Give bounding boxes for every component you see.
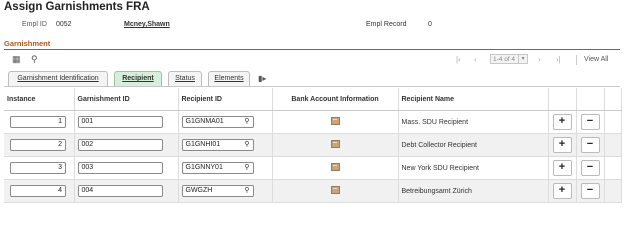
delete-row-button[interactable]: − — [580, 160, 600, 176]
instance-input[interactable]: 2 — [10, 139, 66, 151]
recipient-grid: Instance Garnishment ID Recipient ID Ban… — [4, 88, 622, 203]
empl-id-label-text: Empl ID — [22, 21, 47, 28]
recipient-id-value: G1GNNY01 — [185, 164, 223, 171]
section-divider — [4, 49, 620, 50]
add-row-button[interactable]: + — [552, 137, 572, 153]
instance-input[interactable]: 3 — [10, 162, 66, 174]
tab-label: Recipient — [122, 75, 154, 82]
chevron-down-icon: ▾ — [518, 55, 527, 63]
recipient-id-value: G1GNHI01 — [185, 141, 221, 148]
lookup-icon[interactable]: ⚲ — [244, 140, 249, 150]
previous-icon[interactable]: ‹ — [474, 55, 477, 64]
delete-row-button[interactable]: − — [580, 137, 600, 153]
tabs-divider — [4, 86, 620, 87]
recipient-name: New York SDU Recipient — [398, 156, 549, 180]
row-range-text: 1-4 of 4 — [493, 56, 516, 63]
column-header-add — [548, 88, 577, 111]
recipient-id-value: G1GNMA01 — [185, 118, 224, 125]
garnishment-id-input[interactable]: 002 — [77, 139, 163, 151]
bank-account-icon[interactable] — [330, 186, 340, 194]
garnishment-id-input[interactable]: 004 — [77, 185, 163, 197]
empl-id-label: Empl ID — [22, 21, 47, 28]
lookup-icon[interactable]: ⚲ — [244, 117, 249, 127]
tab-elements[interactable]: Elements — [208, 71, 250, 86]
lookup-icon[interactable]: ⚲ — [244, 163, 249, 173]
section-title: Garnishment — [4, 39, 51, 48]
add-row-button[interactable]: + — [552, 114, 572, 130]
row-range-select[interactable]: 1-4 of 4 ▾ — [490, 54, 528, 64]
add-row-button[interactable]: + — [552, 183, 572, 199]
last-icon[interactable]: ›| — [556, 55, 561, 64]
table-row: 4 004 GWGZH ⚲ Betreibungsamt Zürich + − — [4, 179, 622, 203]
page-title: Assign Garnishments FRA — [4, 1, 150, 13]
tab-garnishment-identification[interactable]: Garnishment Identification — [8, 71, 108, 86]
column-header-recipient-id: Recipient ID — [178, 88, 273, 111]
recipient-id-input[interactable]: G1GNNY01 ⚲ — [181, 162, 254, 174]
empl-id-value: 0052 — [56, 21, 72, 28]
column-header-garnishment-id: Garnishment ID — [74, 88, 179, 111]
tab-label: Status — [175, 75, 195, 82]
add-row-button[interactable]: + — [552, 160, 572, 176]
instance-input[interactable]: 4 — [10, 185, 66, 197]
bank-account-icon[interactable] — [330, 140, 340, 148]
column-header-delete — [576, 88, 605, 111]
show-all-columns-icon[interactable]: ▮▸ — [258, 74, 266, 83]
lookup-icon[interactable]: ⚲ — [244, 186, 249, 196]
employee-name-link[interactable]: Mcney,Shawn — [124, 21, 170, 28]
grid-header-row: Instance Garnishment ID Recipient ID Ban… — [4, 88, 622, 111]
instance-input[interactable]: 1 — [10, 116, 66, 128]
bank-account-icon[interactable] — [330, 117, 340, 125]
recipient-id-input[interactable]: G1GNMA01 ⚲ — [181, 116, 254, 128]
table-row: 3 003 G1GNNY01 ⚲ New York SDU Recipient +… — [4, 156, 622, 180]
table-row: 1 001 G1GNMA01 ⚲ Mass. SDU Recipient + − — [4, 110, 622, 134]
tab-label: Garnishment Identification — [17, 75, 99, 82]
recipient-id-input[interactable]: GWGZH ⚲ — [181, 185, 254, 197]
table-row: 2 002 G1GNHI01 ⚲ Debt Collector Recipient… — [4, 133, 622, 157]
recipient-id-input[interactable]: G1GNHI01 ⚲ — [181, 139, 254, 151]
column-header-recipient-name: Recipient Name — [398, 88, 549, 111]
column-header-instance: Instance — [4, 88, 75, 111]
view-all-link[interactable]: View All — [584, 56, 608, 63]
column-header-spacer — [604, 88, 622, 111]
empl-record-label: Empl Record — [366, 21, 407, 28]
grid-toolbar: ▦ ⚲ |‹ ‹ 1-4 of 4 ▾ › ›| View All — [0, 52, 624, 68]
first-icon[interactable]: |‹ — [456, 55, 461, 64]
recipient-id-value: GWGZH — [185, 187, 213, 194]
personalize-grid-icon[interactable]: ▦ — [12, 54, 21, 65]
recipient-name: Mass. SDU Recipient — [398, 110, 549, 134]
bank-account-icon[interactable] — [330, 163, 340, 171]
toolbar-divider — [576, 55, 577, 65]
garnishment-id-input[interactable]: 001 — [77, 116, 163, 128]
garnishment-id-input[interactable]: 003 — [77, 162, 163, 174]
tab-recipient[interactable]: Recipient — [114, 71, 162, 86]
empl-record-value: 0 — [428, 21, 432, 28]
delete-row-button[interactable]: − — [580, 114, 600, 130]
column-header-bank-account: Bank Account Information — [272, 88, 399, 111]
search-icon[interactable]: ⚲ — [31, 54, 38, 65]
tab-label: Elements — [214, 75, 244, 82]
recipient-name: Betreibungsamt Zürich — [398, 179, 549, 203]
recipient-name: Debt Collector Recipient — [398, 133, 549, 157]
next-icon[interactable]: › — [538, 55, 541, 64]
delete-row-button[interactable]: − — [580, 183, 600, 199]
tab-status[interactable]: Status — [168, 71, 202, 86]
